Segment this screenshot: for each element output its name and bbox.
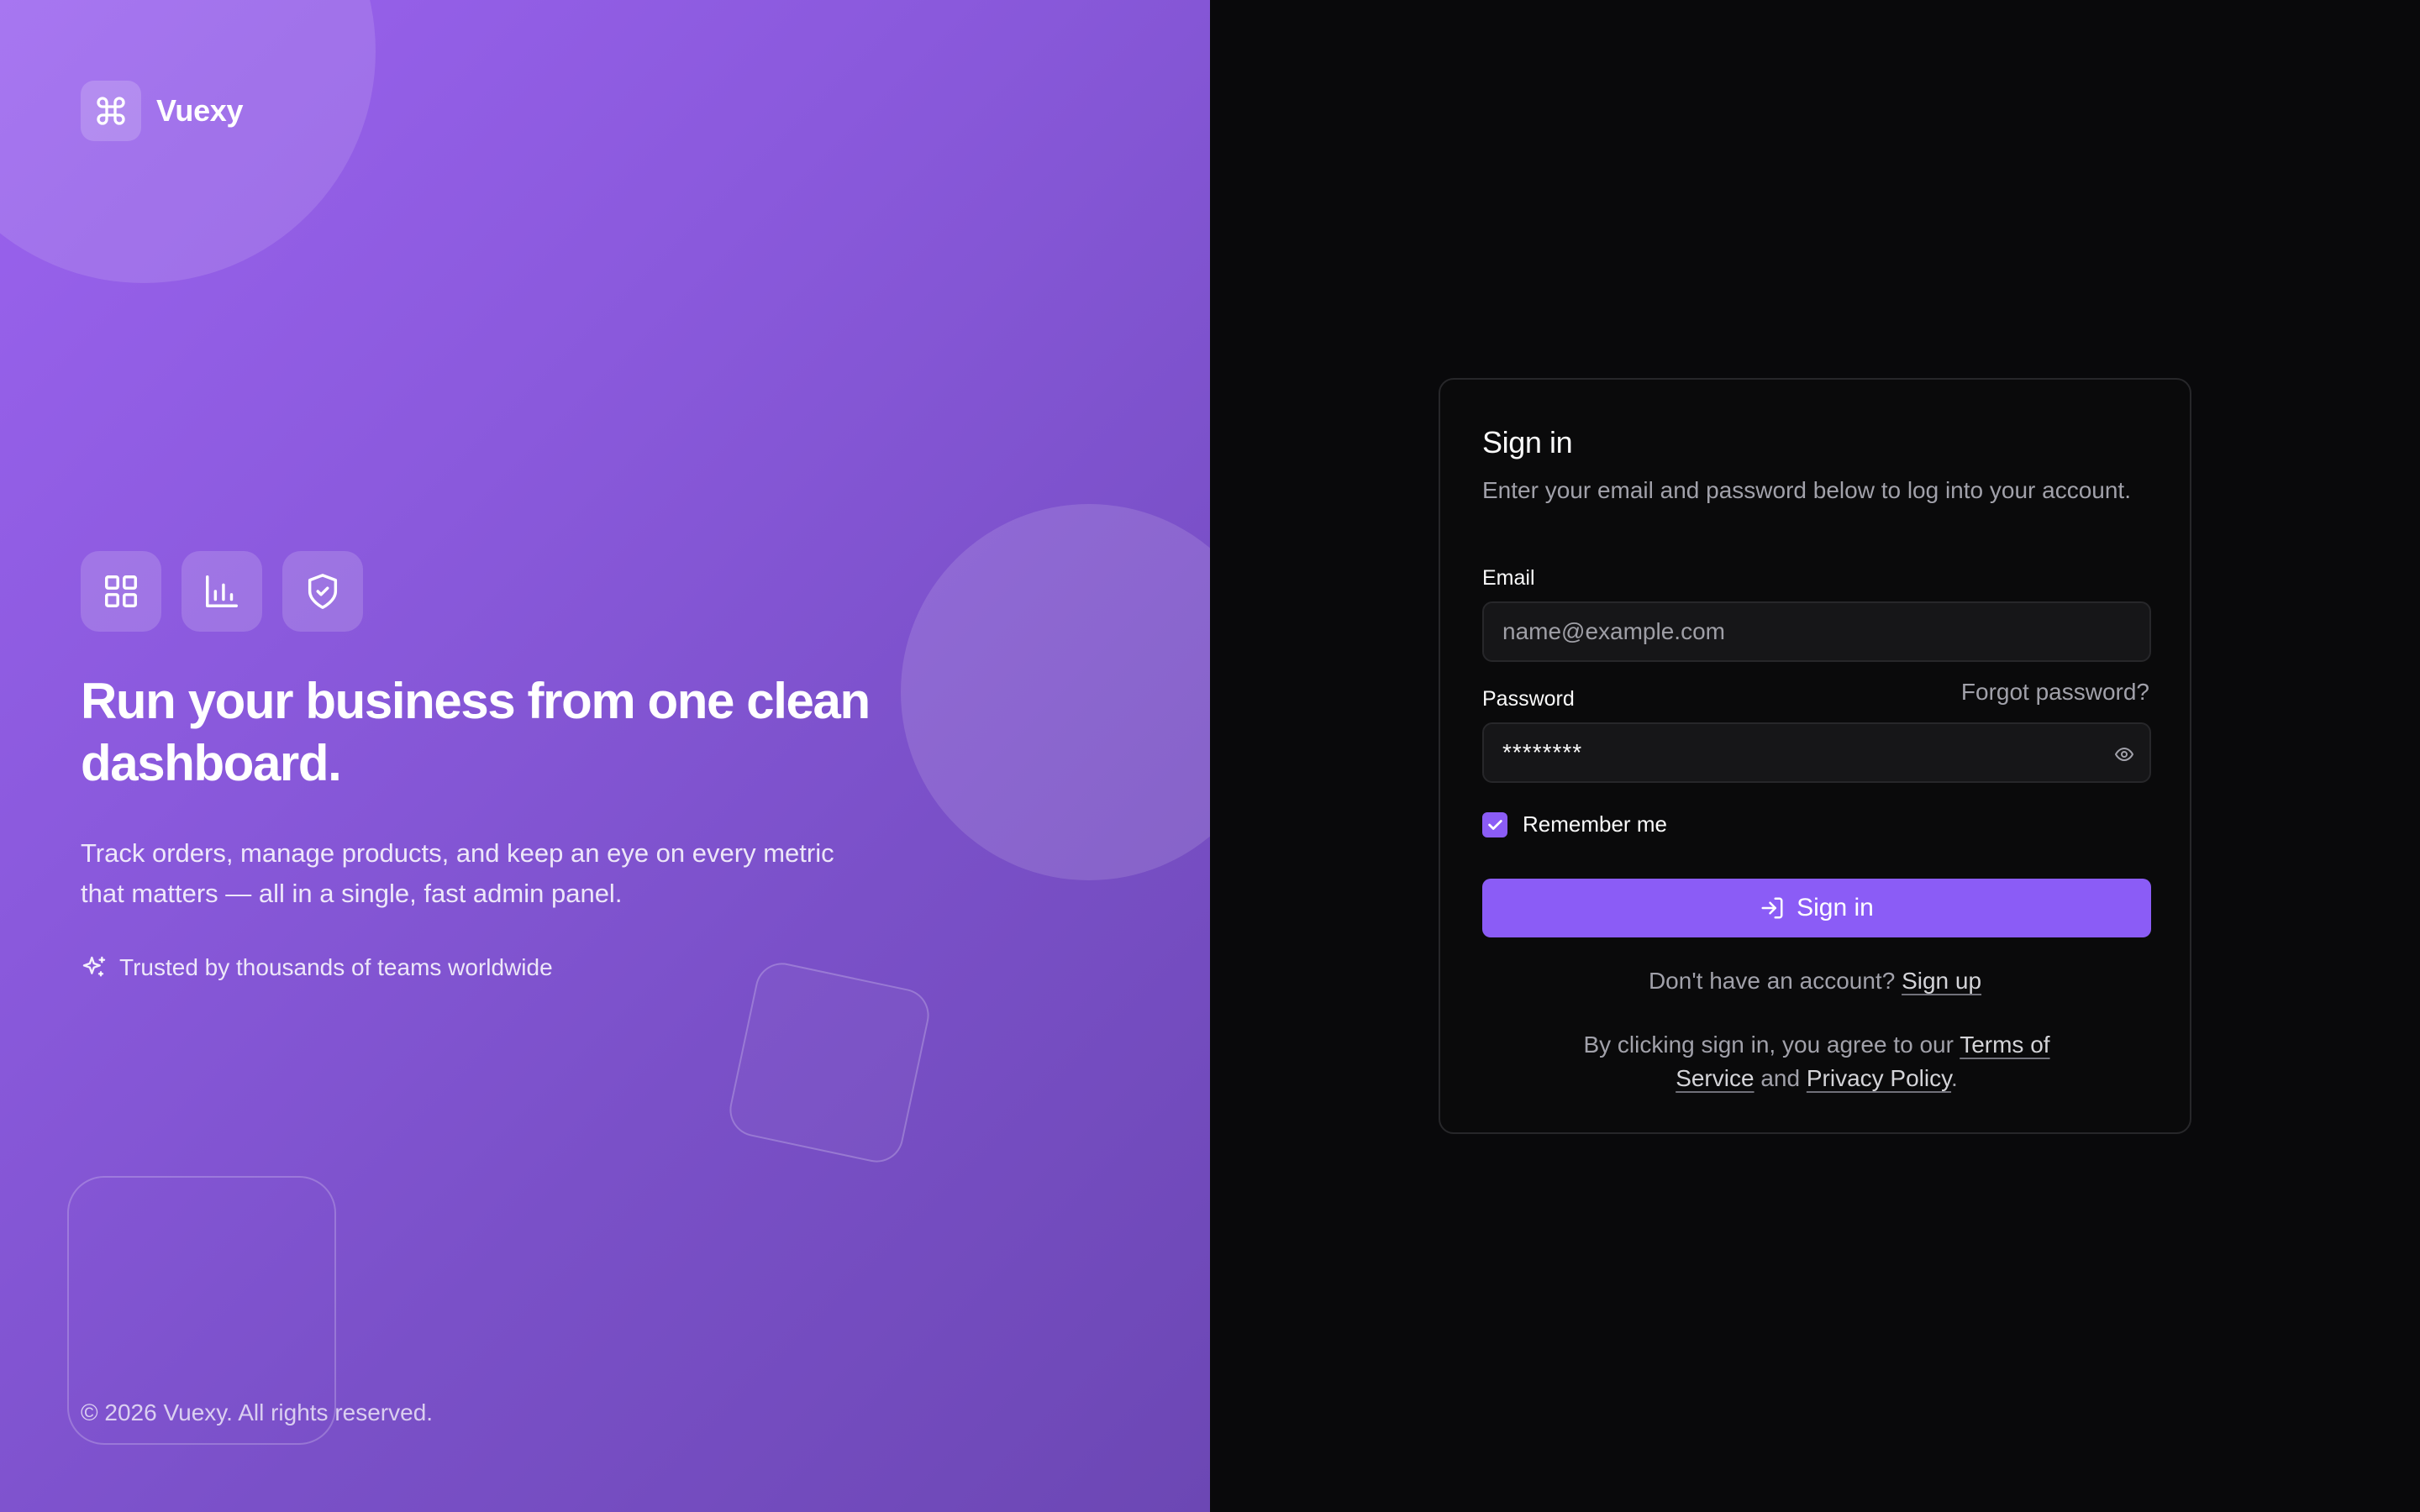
brand-name: Vuexy [156, 93, 244, 128]
shield-check-icon [282, 551, 363, 632]
login-icon [1761, 897, 1783, 919]
legal-and: and [1760, 1065, 1801, 1091]
signin-description: Enter your email and password below to l… [1482, 477, 2131, 503]
no-account-line: Don't have an account? Sign up [1440, 968, 2190, 995]
no-account-text: Don't have an account? [1648, 968, 1896, 994]
decorative-circle [0, 0, 376, 283]
command-icon [81, 81, 141, 141]
decorative-square [724, 958, 934, 1168]
signin-title: Sign in [1482, 425, 1573, 459]
remember-me-label: Remember me [1523, 811, 1667, 837]
email-label: Email [1482, 566, 1535, 590]
password-input[interactable] [1484, 724, 2149, 781]
copyright: © 2026 Vuexy. All rights reserved. [81, 1399, 434, 1425]
signin-button[interactable]: Sign in [1482, 879, 2151, 937]
signin-button-label: Sign in [1797, 894, 1874, 921]
password-field-wrapper [1482, 722, 2151, 783]
password-label: Password [1482, 687, 1575, 711]
legal-prefix: By clicking sign in, you agree to our [1583, 1032, 1954, 1058]
hero-subtitle: Track orders, manage products, and keep … [81, 838, 834, 908]
grid-icon [81, 551, 161, 632]
signup-link[interactable]: Sign up [1902, 968, 1981, 994]
trusted-line: Trusted by thousands of teams worldwide [81, 954, 553, 981]
trusted-text: Trusted by thousands of teams worldwide [119, 954, 553, 980]
brand-logo[interactable]: Vuexy [81, 81, 244, 141]
privacy-link[interactable]: Privacy Policy [1807, 1065, 1951, 1091]
legal-suffix: . [1951, 1065, 1958, 1091]
sparkles-icon [82, 956, 106, 977]
hero-panel: Vuexy Run your business from one clean d… [0, 0, 1210, 1512]
remember-me-row[interactable]: Remember me [1482, 811, 1667, 837]
check-icon [1488, 819, 1502, 830]
forgot-password-link[interactable]: Forgot password? [1961, 679, 2149, 706]
hero-title: Run your business from one clean dashboa… [81, 673, 871, 791]
signin-card: Sign in Enter your email and password be… [1439, 378, 2191, 1134]
email-field-wrapper [1482, 601, 2151, 662]
legal-text: By clicking sign in, you agree to our Te… [1549, 1028, 2084, 1095]
feature-icons [81, 551, 363, 632]
email-input[interactable] [1484, 603, 2149, 660]
eye-icon[interactable] [2114, 744, 2134, 764]
remember-me-checkbox[interactable] [1482, 811, 1507, 837]
decorative-circle [901, 504, 1210, 880]
bar-chart-icon [182, 551, 262, 632]
